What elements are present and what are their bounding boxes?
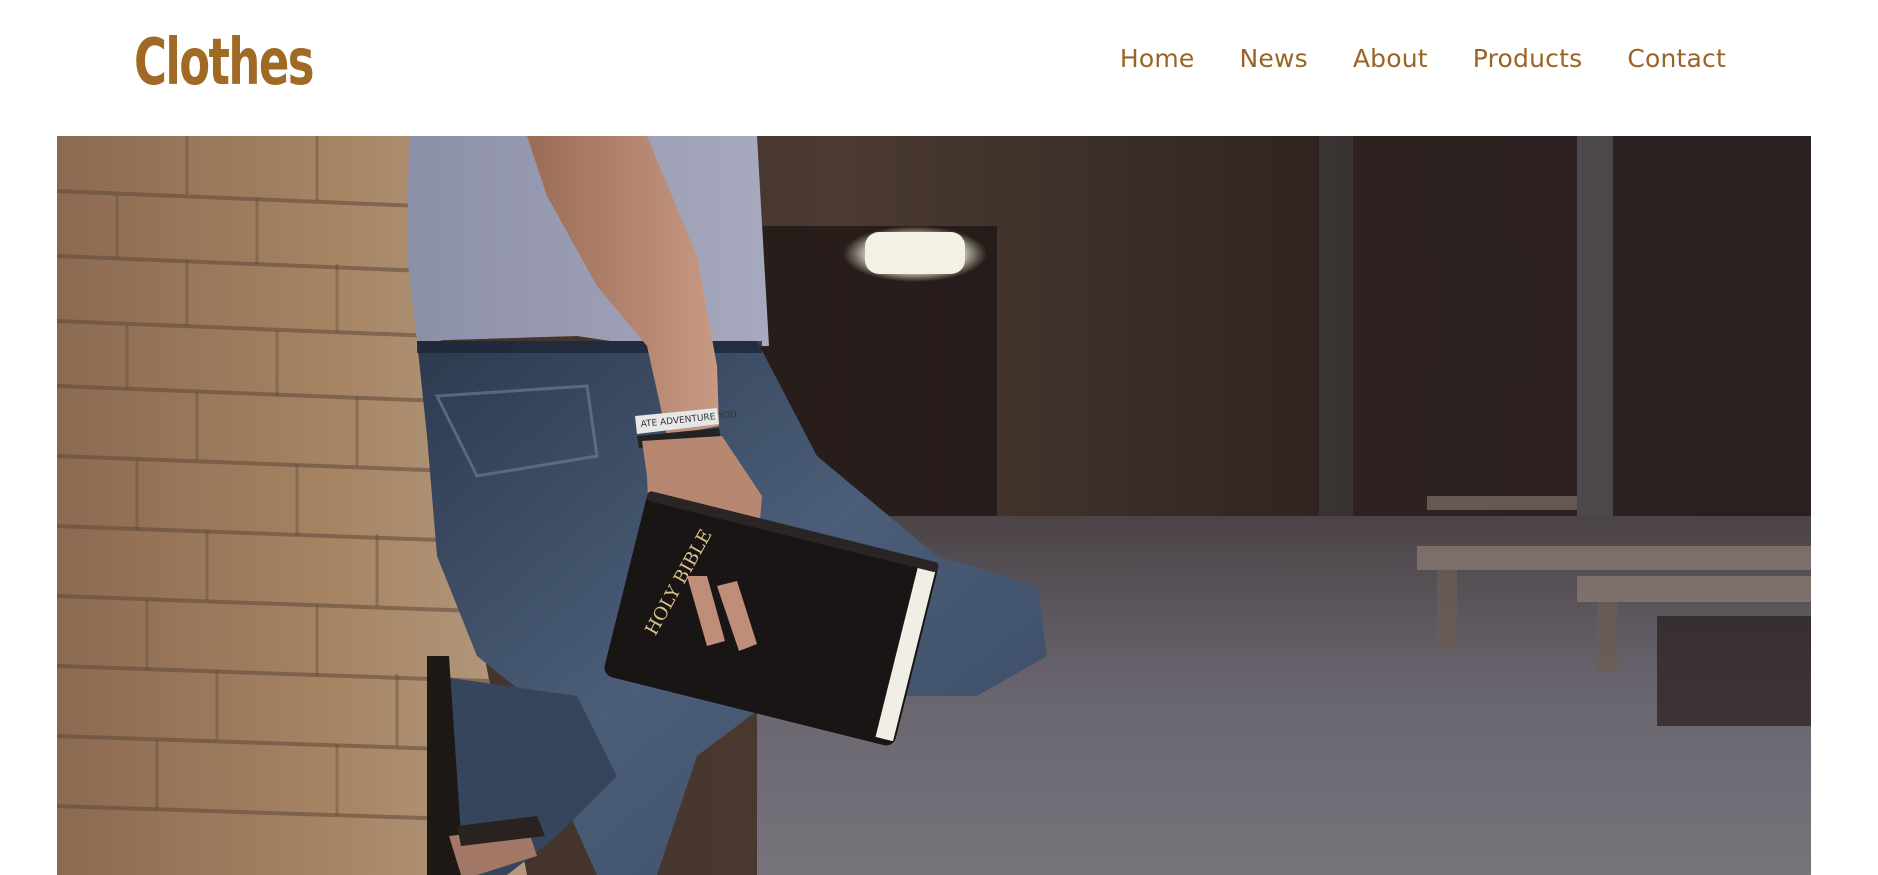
nav-link-about[interactable]: About (1353, 44, 1428, 73)
hero-image: ATE ADVENTURE YOU HOLY BIBLE (57, 136, 1811, 875)
hero-photo-illustration: ATE ADVENTURE YOU HOLY BIBLE (57, 136, 1811, 875)
nav-link-products[interactable]: Products (1473, 44, 1583, 73)
nav-link-news[interactable]: News (1240, 44, 1308, 73)
nav-link-contact[interactable]: Contact (1627, 44, 1726, 73)
nav-link-home[interactable]: Home (1120, 44, 1195, 73)
main-nav: Home News About Products Contact (1120, 44, 1726, 73)
site-header: Clothes Home News About Products Contact (0, 0, 1878, 136)
brand-logo[interactable]: Clothes (134, 26, 314, 100)
